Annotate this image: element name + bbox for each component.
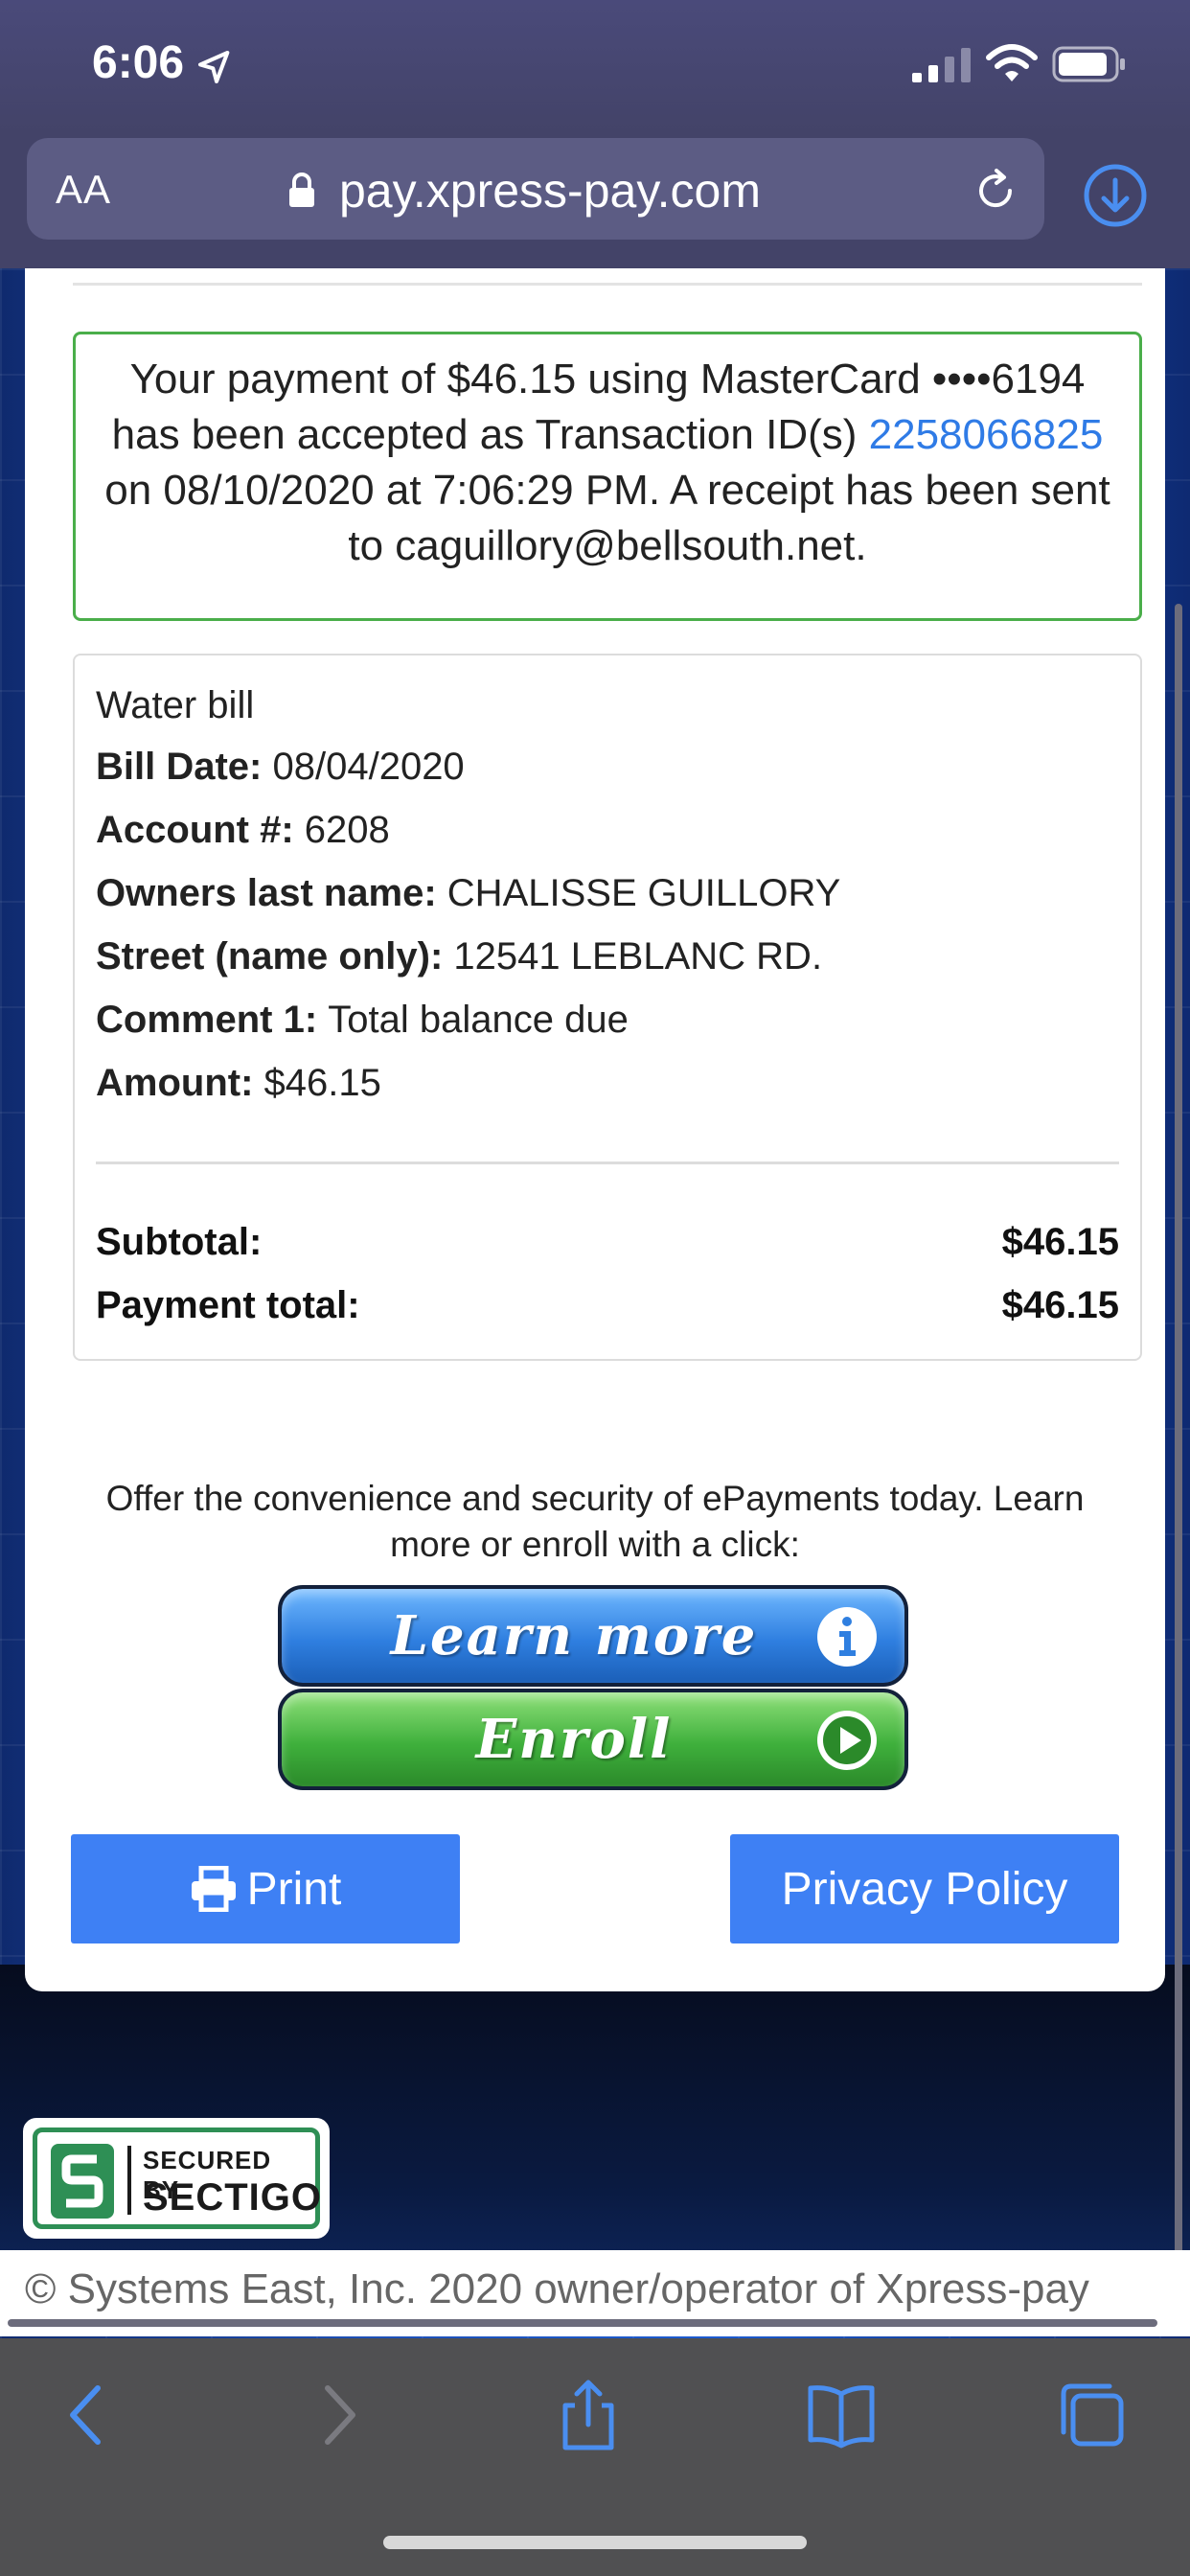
bookmarks-icon[interactable] (803, 2377, 880, 2453)
cellular-signal-icon (912, 48, 971, 82)
field-label: Owners last name: (96, 872, 447, 914)
address-bar[interactable]: AA pay.xpress-pay.com (27, 138, 1044, 240)
field-label: Bill Date: (96, 746, 273, 788)
play-icon (817, 1711, 877, 1770)
learn-more-label: Learn more (390, 1604, 758, 1668)
field-value: $46.15 (263, 1062, 381, 1104)
text-size-button[interactable]: AA (56, 167, 111, 213)
comment-row: Comment 1: Total balance due (96, 999, 629, 1042)
field-value: CHALISSE GUILLORY (446, 872, 841, 914)
field-value: Total balance due (328, 999, 629, 1041)
page-background: Your payment of $46.15 using MasterCard … (0, 268, 1190, 2338)
divider (96, 1162, 1119, 1164)
subtotal-row: Subtotal: $46.15 (96, 1221, 1119, 1264)
field-value: 6208 (304, 809, 390, 851)
lock-icon (289, 172, 314, 207)
horizontal-scrollbar[interactable] (8, 2319, 1157, 2327)
street-row: Street (name only): 12541 LEBLANC RD. (96, 935, 822, 978)
payment-total-value: $46.15 (1001, 1284, 1119, 1326)
learn-more-button[interactable]: Learn more (278, 1585, 908, 1687)
epayments-offer-text: Offer the convenience and security of eP… (105, 1479, 1085, 1564)
divider (73, 283, 1142, 286)
status-time: 6:06 (92, 37, 185, 88)
amount-row: Amount: $46.15 (96, 1062, 381, 1105)
enroll-label: Enroll (475, 1708, 673, 1771)
sectigo-seal[interactable]: SECURED BY SECTIGO (23, 2118, 330, 2239)
battery-icon (1052, 46, 1125, 82)
payment-confirmation-message: Your payment of $46.15 using MasterCard … (73, 332, 1142, 621)
subtotal-label: Subtotal: (96, 1221, 263, 1263)
status-bar: 6:06 (0, 0, 1190, 134)
home-indicator[interactable] (383, 2536, 807, 2549)
bill-title: Water bill (96, 684, 255, 726)
privacy-policy-button[interactable]: Privacy Policy (730, 1834, 1119, 1944)
sectigo-logo-icon (51, 2144, 114, 2219)
field-label: Street (name only): (96, 935, 454, 978)
back-icon[interactable] (50, 2377, 126, 2453)
subtotal-value: $46.15 (1001, 1221, 1119, 1263)
account-number-row: Account #: 6208 (96, 809, 390, 852)
confirmation-text-end: on 08/10/2020 at 7:06:29 PM. A receipt h… (104, 467, 1110, 569)
privacy-policy-label: Privacy Policy (781, 1863, 1068, 1915)
wifi-icon (986, 44, 1038, 81)
seal-frame: SECURED BY SECTIGO (33, 2128, 323, 2229)
seal-line-2: SECTIGO (143, 2176, 323, 2219)
payment-total-label: Payment total: (96, 1284, 360, 1326)
footer-copyright: © Systems East, Inc. 2020 owner/operator… (25, 2266, 1089, 2312)
tabs-icon[interactable] (1054, 2377, 1131, 2453)
info-icon (817, 1607, 877, 1667)
printer-icon (191, 1866, 236, 1912)
seal-divider (127, 2146, 131, 2215)
downloads-icon[interactable] (1081, 161, 1150, 230)
reload-icon[interactable] (972, 167, 1019, 215)
forward-icon[interactable] (299, 2377, 376, 2453)
payment-receipt-card: Your payment of $46.15 using MasterCard … (25, 268, 1165, 1991)
transaction-id-link[interactable]: 2258066825 (869, 411, 1104, 458)
payment-total-row: Payment total: $46.15 (96, 1284, 1119, 1327)
bill-details-panel: Water bill Bill Date: 08/04/2020 Account… (73, 654, 1142, 1361)
browser-toolbar-top: AA pay.xpress-pay.com (0, 134, 1190, 268)
print-button[interactable]: Print (71, 1834, 460, 1944)
field-value: 08/04/2020 (272, 746, 465, 788)
url-text[interactable]: pay.xpress-pay.com (339, 163, 761, 218)
field-label: Comment 1: (96, 999, 329, 1041)
vertical-scrollbar[interactable] (1175, 604, 1182, 2310)
enroll-button[interactable]: Enroll (278, 1689, 908, 1790)
field-label: Account #: (96, 809, 305, 851)
owner-last-name-row: Owners last name: CHALISSE GUILLORY (96, 872, 840, 915)
print-label: Print (246, 1863, 342, 1915)
field-label: Amount: (96, 1062, 264, 1104)
bill-date-row: Bill Date: 08/04/2020 (96, 746, 465, 789)
share-icon[interactable] (550, 2377, 627, 2453)
field-value: 12541 LEBLANC RD. (453, 935, 823, 978)
location-arrow-icon (198, 51, 230, 83)
